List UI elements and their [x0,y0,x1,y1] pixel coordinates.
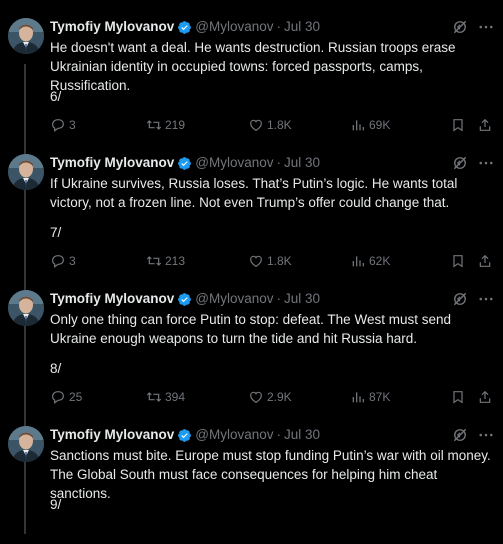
like-button[interactable]: 1.8K [248,252,292,270]
retweet-count: 394 [165,390,186,404]
like-count: 1.8K [267,118,292,132]
author-name[interactable]: Tymofiy Mylovanov [50,154,174,172]
verified-badge-icon [178,20,192,34]
share-icon [479,390,491,403]
more-icon[interactable] [477,426,495,444]
like-button[interactable]: 2.9K [248,388,292,406]
timestamp[interactable]: Jul 30 [284,18,320,36]
views-icon [352,120,364,131]
reply-count: 3 [69,254,76,268]
reply-count: 25 [69,390,83,404]
reply-icon [52,255,64,268]
share-button[interactable] [477,388,496,406]
views-icon [352,392,364,403]
avatar[interactable] [8,426,44,462]
verified-badge-icon [178,156,192,170]
retweet-button[interactable]: 394 [146,388,185,406]
bookmark-button[interactable] [450,388,469,406]
share-icon [479,118,491,131]
author-handle[interactable]: @Mylovanov [195,154,273,172]
grok-icon[interactable] [451,18,469,36]
tweet-header: Tymofiy Mylovanov @Mylovanov · Jul 30 [50,18,463,36]
like-icon [250,255,262,268]
thread-number: 8/ [50,361,62,376]
views-count: 87K [369,390,391,404]
reply-button[interactable]: 3 [50,252,76,270]
author-name[interactable]: Tymofiy Mylovanov [50,18,174,36]
like-icon [250,119,262,132]
verified-badge-icon [178,428,192,442]
author-handle[interactable]: @Mylovanov [195,18,273,36]
tweet-2[interactable]: Tymofiy Mylovanov @Mylovanov · Jul 30 If… [0,136,503,272]
separator-dot: · [276,291,282,306]
bookmark-icon [453,391,463,404]
retweet-icon [146,256,162,266]
thread-number: 6/ [50,89,62,104]
tweet-text: If Ukraine survives, Russia loses. That’… [50,176,458,210]
separator-dot: · [276,427,282,442]
like-button[interactable]: 1.8K [248,116,292,134]
tweet-4[interactable]: Tymofiy Mylovanov @Mylovanov · Jul 30 Sa… [0,408,503,544]
like-count: 1.8K [267,254,292,268]
tweet-1[interactable]: Tymofiy Mylovanov @Mylovanov · Jul 30 He… [0,0,503,136]
separator-dot: · [276,19,282,34]
avatar[interactable] [8,18,44,54]
like-icon [250,391,262,404]
retweet-count: 213 [165,254,186,268]
grok-icon[interactable] [451,426,469,444]
tweet-header: Tymofiy Mylovanov @Mylovanov · Jul 30 [50,154,463,172]
bookmark-button[interactable] [450,252,469,270]
share-button[interactable] [477,252,496,270]
more-icon[interactable] [477,18,495,36]
thread-number: 9/ [50,497,62,512]
views-button[interactable]: 69K [350,116,390,134]
retweet-button[interactable]: 213 [146,252,185,270]
more-icon[interactable] [477,154,495,172]
author-name[interactable]: Tymofiy Mylovanov [50,290,174,308]
views-icon [352,256,364,267]
like-count: 2.9K [267,390,292,404]
views-count: 69K [369,118,391,132]
retweet-icon [146,392,162,402]
reply-button[interactable]: 3 [50,116,76,134]
bookmark-icon [453,119,463,132]
thread-number: 7/ [50,225,62,240]
grok-icon[interactable] [451,290,469,308]
separator-dot: · [276,155,282,170]
tweet-text: Sanctions must bite. Europe must stop fu… [50,448,491,501]
timestamp[interactable]: Jul 30 [284,290,320,308]
retweet-icon [146,120,162,130]
timestamp[interactable]: Jul 30 [284,154,320,172]
views-count: 62K [369,254,391,268]
views-button[interactable]: 62K [350,252,390,270]
tweet-text: He doesn't want a deal. He wants destruc… [50,40,456,93]
reply-count: 3 [69,118,76,132]
reply-icon [52,391,64,404]
action-bar: 3 219 1.8K 69K [50,116,495,134]
tweet-header: Tymofiy Mylovanov @Mylovanov · Jul 30 [50,290,463,308]
grok-icon[interactable] [451,154,469,172]
tweet-header: Tymofiy Mylovanov @Mylovanov · Jul 30 [50,426,463,444]
avatar[interactable] [8,154,44,190]
author-handle[interactable]: @Mylovanov [195,290,273,308]
verified-badge-icon [178,292,192,306]
tweet-3[interactable]: Tymofiy Mylovanov @Mylovanov · Jul 30 On… [0,272,503,408]
action-bar: 25 394 2.9K 87K [50,388,495,406]
share-button[interactable] [477,116,496,134]
action-bar: 3 213 1.8K 62K [50,252,495,270]
retweet-button[interactable]: 219 [146,116,185,134]
author-name[interactable]: Tymofiy Mylovanov [50,426,174,444]
retweet-count: 219 [165,118,186,132]
timestamp[interactable]: Jul 30 [284,426,320,444]
tweet-text: Only one thing can force Putin to stop: … [50,312,451,346]
share-icon [479,254,491,267]
bookmark-button[interactable] [450,116,469,134]
reply-button[interactable]: 25 [50,388,82,406]
author-handle[interactable]: @Mylovanov [195,426,273,444]
more-icon[interactable] [477,290,495,308]
avatar[interactable] [8,290,44,326]
reply-icon [52,119,64,132]
views-button[interactable]: 87K [350,388,390,406]
bookmark-icon [453,255,463,268]
